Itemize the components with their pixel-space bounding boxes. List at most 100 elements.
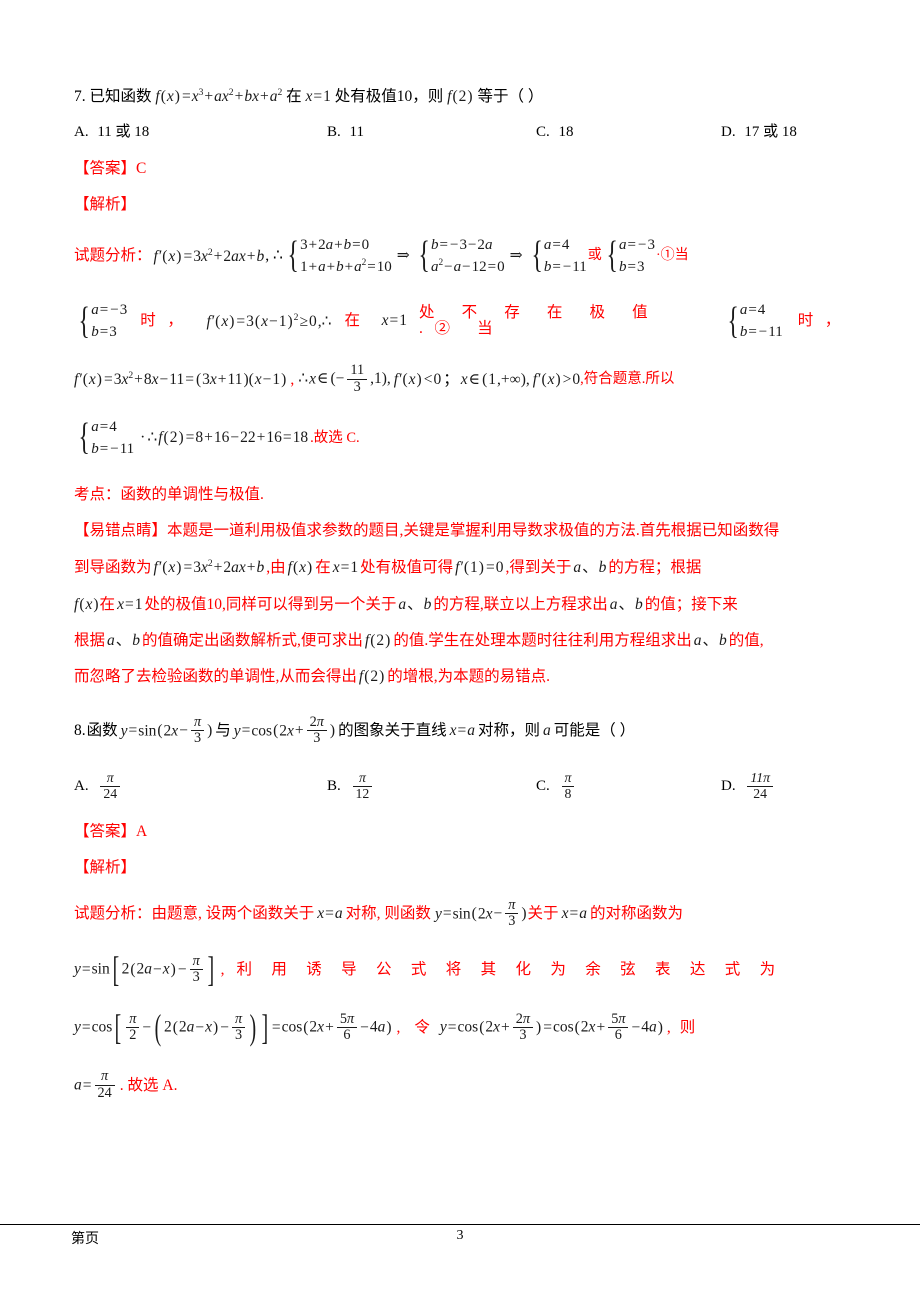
q8-opt-c-den: 8: [564, 785, 572, 801]
q8-option-b[interactable]: B. π 12: [327, 770, 536, 802]
q7-system-4: { a= −3 b=3: [603, 234, 655, 279]
q8-stem-tail-1: 的图象关于直线: [338, 722, 447, 740]
question-7-stem: 7. 已知函数 f(x) =x3+ax2+bx+a2 在 x=1 处有极值10，则…: [74, 87, 852, 106]
q7-case2-system: { a=4 b= −11: [724, 299, 783, 344]
q7-tip-f1-eq-0: f′(1) =0: [455, 558, 504, 576]
q8-function-2: y=cos(2x+ 2π 3): [233, 713, 336, 747]
q7-system-2: { b= −3−2a a2−a−12=0: [415, 234, 504, 279]
q7-option-d-label: D.: [721, 124, 736, 141]
q7-case1-text-a: 在: [344, 312, 372, 330]
q7-tip-fx: f(x): [287, 558, 313, 576]
q7-system-3-row-1: a=4: [543, 236, 570, 253]
q7-option-c[interactable]: C. 18: [536, 125, 721, 141]
q7-case2-row-1: a=4: [739, 301, 766, 318]
q8-opt-b-den: 12: [355, 785, 370, 801]
page-content: 7. 已知函数 f(x) =x3+ax2+bx+a2 在 x=1 处有极值10，则…: [74, 87, 852, 1102]
q7-tip-p2-b: ,由: [266, 558, 286, 576]
q7-tip-p4-c: 的值.学生在处理本题时往往利用方程组求出: [393, 632, 692, 650]
q8-option-d[interactable]: D. 11π 24: [721, 770, 775, 802]
q7-option-a-value: 11 或 18: [97, 124, 150, 141]
q7-tip-x1: x=1: [332, 558, 359, 576]
q7-system-4-row-2: b=3: [619, 259, 645, 276]
q7-tip-line-3: f(x) 在 x=1 处的极值10,同样可以得到另一个关于 a、b 的方程,联立…: [74, 595, 852, 613]
q7-case1-system: { a= −3 b=3: [75, 299, 127, 344]
page-footer: 第页 3: [0, 1224, 920, 1248]
q7-option-b-label: B.: [327, 124, 341, 141]
q7-system-3: { a=4 b= −11: [528, 234, 587, 279]
q7-stem-prefix: 已知函数: [89, 88, 152, 106]
q7-tip-ab-3: a、b: [609, 595, 643, 613]
q8-answer-label: 【答案】: [74, 823, 137, 841]
q8-option-d-label: D.: [721, 778, 736, 795]
q7-analysis-line-3: f′(x) =3x2+8x−11= (3x+11)(x−1) , ∴x∈ (− 11 3,…: [74, 362, 852, 396]
q7-option-b[interactable]: B. 11: [327, 125, 536, 141]
q8-opt-a-den: 24: [103, 785, 118, 801]
q7-option-a[interactable]: A. 11 或 18: [74, 125, 327, 141]
q7-final-system: { a=4 b= −11: [75, 416, 134, 461]
q7-option-b-value: 11: [349, 124, 364, 141]
footer-label: 第页: [71, 1232, 99, 1247]
q8-l3-ze: 则: [679, 1019, 696, 1037]
q7-analysis-line-2: { a= −3 b=3 时， f′(x) =3(x−1)2≥0,∴ 在 x=1 处 …: [74, 299, 852, 344]
q7-tip-p2-e: ,得到关于: [505, 558, 572, 576]
q8-option-b-value: π 12: [352, 770, 373, 802]
q7-system-1: { 3+2a+b=0 1+a+b+a2=10: [284, 234, 391, 279]
q7-tip-p2-c: 在: [315, 558, 331, 576]
document-page: 7. 已知函数 f(x) =x3+ax2+bx+a2 在 x=1 处有极值10，则…: [0, 0, 920, 1302]
q7-tip-label: 【易错点睛】: [74, 522, 168, 540]
q7-option-a-label: A.: [74, 124, 89, 141]
q7-option-d[interactable]: D. 17 或 18: [721, 125, 797, 141]
q8-l3-tail-comma: ,: [666, 1019, 671, 1037]
q7-final-computation: · ∴f(2) =8+16−22+16=18: [140, 429, 309, 447]
q7-tip-ab-1: a、b: [573, 558, 607, 576]
q7-tip-p1: 本题是一道利用极值求参数的题目,关键是掌握利用导数求极值的方法.首先根据已知函数…: [167, 522, 780, 540]
q8-option-d-value: 11π 24: [747, 770, 774, 802]
page-number: 3: [456, 1228, 464, 1243]
q8-option-c[interactable]: C. π8: [536, 770, 721, 802]
question-8-stem: 8. 函数 y=sin(2x− π 3) 与 y=cos(2x+ 2π 3) 的图象关于…: [74, 713, 852, 748]
q8-option-a[interactable]: A. π 24: [74, 770, 327, 802]
q8-opt-d-den: 24: [753, 785, 768, 801]
q8-l1-b: 对称, 则函数: [345, 905, 431, 923]
q7-tip-x1-2: x=1: [117, 595, 143, 613]
q7-stem-tail: 处有极值10，则: [334, 88, 444, 106]
q7-case1-text-b: 处 不 存 在 极 值 .② 当: [418, 304, 660, 338]
q8-analysis-prefix: 试题分析：: [74, 905, 152, 923]
q7-tip-ab-2: a、b: [398, 595, 432, 613]
q7-tip-p2-f: 的方程；根据: [608, 558, 702, 576]
q7-final-red: .故选 C.: [310, 429, 360, 446]
q8-l2-text: 利用诱导公式将其化为余弦表达式为: [236, 961, 795, 979]
q7-tip-p3-c: 的方程,联立以上方程求出: [433, 595, 608, 613]
q8-l3-comma: ,: [396, 1019, 401, 1037]
q8-l1-sin-function: y=sin(2x− π 3): [434, 896, 527, 930]
q7-system-1-row-1: 3+2a+b=0: [300, 236, 370, 253]
q7-answer-row: 【答案】C: [74, 161, 852, 177]
q8-cos-equation: y=cos(2x+ 2π 3) =cos(2x+ 5π 6 −4a): [439, 1010, 663, 1043]
q8-l1-d: 的对称函数为: [589, 905, 683, 923]
q7-stem-function: f(x) =x3+ax2+bx+a2: [155, 87, 283, 106]
q8-analysis-line-2: y=sin[2(2a−x) − π 3] , 利用诱导公式将其化为余弦表达式为: [74, 951, 852, 986]
q8-opt-b-num: π: [352, 770, 373, 787]
q7-system-4-row-1: a= −3: [619, 236, 655, 253]
q8-l2-comma: ,: [220, 961, 225, 979]
q8-analysis-label: 【解析】: [74, 859, 137, 877]
q7-comma-1: ,: [290, 370, 295, 388]
q8-option-c-label: C.: [536, 778, 550, 795]
q7-case1-x: x=1: [381, 312, 407, 330]
q8-number: 8.: [74, 722, 86, 740]
q7-case1-row-1: a= −3: [91, 301, 128, 318]
q7-option-c-label: C.: [536, 124, 550, 141]
q7-stem-f2: f(2): [447, 88, 473, 106]
q7-tip-derivative: f′(x) =3x2+2ax+b: [153, 558, 265, 577]
q8-l1-c: 关于: [527, 905, 559, 923]
q8-analysis-line-4: a= π 24 . 故选 A.: [74, 1069, 852, 1102]
q8-opt-d-num: 11π: [747, 770, 774, 787]
q7-analysis-line-4: { a=4 b= −11 · ∴f(2) =8+16−22+16=18 .故选 C.: [74, 416, 852, 461]
q7-tip-p2-a: 到导函数为: [74, 558, 152, 576]
q7-stem-x-value: x=1: [305, 88, 331, 106]
q7-tip-f2-2: f(2): [358, 668, 385, 686]
q7-tip-ab-5: a、b: [693, 632, 727, 650]
q7-final-row-1: a=4: [91, 418, 117, 435]
q8-l3-ling: 令: [414, 1019, 430, 1037]
q7-case1-row-2: b=3: [91, 324, 117, 341]
